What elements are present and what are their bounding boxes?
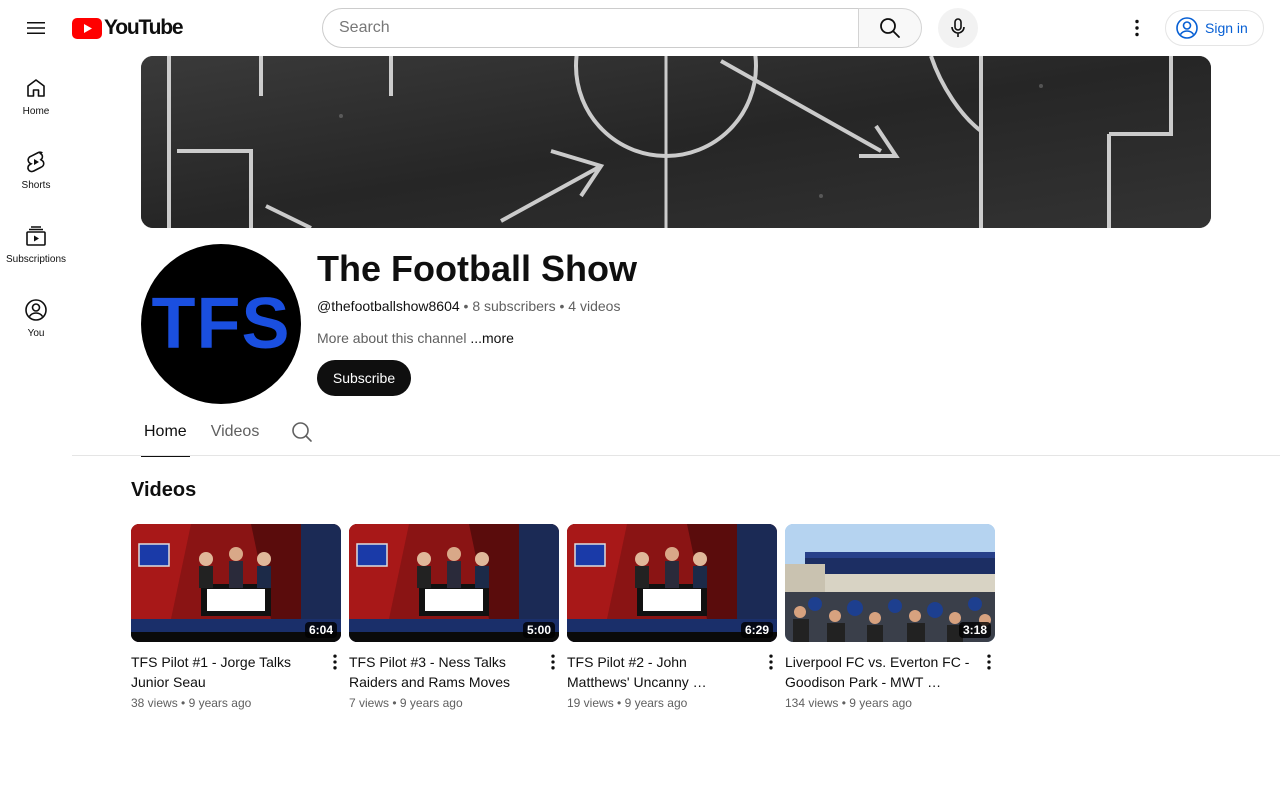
video-action-menu-button[interactable] — [323, 648, 347, 676]
voice-search-button[interactable] — [938, 8, 978, 48]
video-thumbnail[interactable]: 6:04 — [131, 524, 341, 642]
meta-separator: • — [181, 696, 186, 710]
you-icon — [25, 299, 47, 321]
hamburger-menu-icon — [27, 22, 45, 34]
banner-tactics-board-image — [141, 56, 1211, 228]
guide-item-label: Shorts — [21, 180, 51, 191]
video-action-menu-button[interactable] — [759, 648, 783, 676]
channel-metadata: @thefootballshow8604 • 8 subscribers • 4… — [317, 298, 620, 314]
more-vertical-icon — [1135, 19, 1139, 37]
section-title: Videos — [131, 479, 197, 501]
home-icon — [27, 79, 45, 97]
account-circle-icon — [1176, 17, 1198, 39]
search-box — [322, 8, 859, 48]
published-time: 9 years ago — [188, 696, 252, 710]
video-duration: 6:04 — [304, 622, 337, 638]
video-count: 4 videos — [568, 298, 621, 314]
video-card[interactable]: 6:29 TFS Pilot #2 - John Matthews' Uncan… — [567, 524, 777, 710]
video-metadata: 38 views • 9 years ago — [131, 696, 317, 710]
shorts-icon — [27, 151, 45, 173]
tabs-divider — [72, 455, 1280, 456]
channel-description-text: More about this channel — [317, 330, 467, 346]
search-icon — [880, 18, 900, 38]
guide-item-you[interactable]: You — [0, 278, 72, 352]
meta-separator: • — [392, 696, 397, 710]
subscribe-button[interactable]: Subscribe — [317, 360, 411, 396]
avatar-logo-text: TFS — [151, 284, 291, 364]
subscriber-count: 8 subscribers — [472, 298, 556, 314]
more-vertical-icon — [769, 654, 773, 670]
view-count: 7 views — [349, 696, 390, 710]
video-duration: 5:00 — [522, 622, 555, 638]
guide-item-label: Subscriptions — [5, 254, 67, 265]
channel-name: The Football Show — [317, 248, 637, 289]
video-details: TFS Pilot #3 - Ness Talks Raiders and Ra… — [349, 652, 559, 710]
mini-guide: Home Shorts Subscriptions You — [0, 56, 72, 352]
more-vertical-icon — [987, 654, 991, 670]
settings-more-button[interactable] — [1117, 8, 1157, 48]
published-time: 9 years ago — [624, 696, 688, 710]
guide-item-label: You — [27, 328, 45, 339]
subscriptions-icon — [26, 226, 46, 246]
more-vertical-icon — [551, 654, 555, 670]
view-count: 134 views — [785, 696, 839, 710]
video-title[interactable]: TFS Pilot #3 - Ness Talks Raiders and Ra… — [349, 652, 535, 692]
video-details: TFS Pilot #2 - John Matthews' Uncanny … … — [567, 652, 777, 710]
video-action-menu-button[interactable] — [977, 648, 1001, 676]
view-count: 38 views — [131, 696, 178, 710]
video-metadata: 134 views • 9 years ago — [785, 696, 971, 710]
meta-separator: • — [841, 696, 846, 710]
channel-description[interactable]: More about this channel ...more — [317, 330, 514, 346]
video-card[interactable]: 5:00 TFS Pilot #3 - Ness Talks Raiders a… — [349, 524, 559, 710]
tab-videos[interactable]: Videos — [208, 408, 263, 456]
youtube-logo-icon — [72, 17, 102, 39]
video-duration: 3:18 — [958, 622, 991, 638]
guide-item-label: Home — [22, 106, 50, 117]
video-card[interactable]: 3:18 Liverpool FC vs. Everton FC - Goodi… — [785, 524, 995, 710]
search-button[interactable] — [858, 8, 922, 48]
video-metadata: 19 views • 9 years ago — [567, 696, 753, 710]
channel-search-button[interactable] — [282, 412, 322, 452]
microphone-icon — [951, 18, 965, 37]
video-shelf: 6:04 TFS Pilot #1 - Jorge Talks Junior S… — [131, 524, 995, 710]
video-action-menu-button[interactable] — [541, 648, 565, 676]
view-count: 19 views — [567, 696, 614, 710]
channel-banner — [141, 56, 1211, 228]
more-link[interactable]: ...more — [470, 330, 514, 346]
video-thumbnail[interactable]: 6:29 — [567, 524, 777, 642]
video-details: TFS Pilot #1 - Jorge Talks Junior Seau 3… — [131, 652, 341, 710]
video-duration: 6:29 — [740, 622, 773, 638]
meta-separator: • — [463, 298, 469, 314]
search-input[interactable] — [339, 19, 859, 37]
tab-home[interactable]: Home — [141, 408, 190, 457]
published-time: 9 years ago — [399, 696, 463, 710]
sign-in-button[interactable]: Sign in — [1165, 10, 1264, 46]
guide-item-shorts[interactable]: Shorts — [0, 130, 72, 204]
channel-avatar: TFS — [141, 244, 301, 404]
youtube-logo[interactable]: YouTube — [72, 16, 184, 39]
channel-tabs: Home Videos — [141, 408, 322, 457]
meta-separator: • — [559, 298, 565, 314]
video-metadata: 7 views • 9 years ago — [349, 696, 535, 710]
video-title[interactable]: Liverpool FC vs. Everton FC - Goodison P… — [785, 652, 971, 692]
guide-item-subscriptions[interactable]: Subscriptions — [0, 204, 72, 278]
video-thumbnail[interactable]: 5:00 — [349, 524, 559, 642]
published-time: 9 years ago — [849, 696, 912, 710]
guide-menu-button[interactable] — [16, 8, 56, 48]
more-vertical-icon — [333, 654, 337, 670]
guide-item-home[interactable]: Home — [0, 56, 72, 130]
masthead: YouTube Sign in — [0, 0, 1280, 56]
video-thumbnail[interactable]: 3:18 — [785, 524, 995, 642]
search-icon — [292, 422, 313, 442]
channel-handle: @thefootballshow8604 — [317, 298, 460, 314]
logo-text: YouTube — [104, 16, 184, 39]
meta-separator: • — [617, 696, 622, 710]
video-details: Liverpool FC vs. Everton FC - Goodison P… — [785, 652, 995, 710]
video-title[interactable]: TFS Pilot #1 - Jorge Talks Junior Seau — [131, 652, 317, 692]
video-card[interactable]: 6:04 TFS Pilot #1 - Jorge Talks Junior S… — [131, 524, 341, 710]
sign-in-label: Sign in — [1205, 20, 1248, 36]
video-title[interactable]: TFS Pilot #2 - John Matthews' Uncanny … — [567, 652, 753, 692]
